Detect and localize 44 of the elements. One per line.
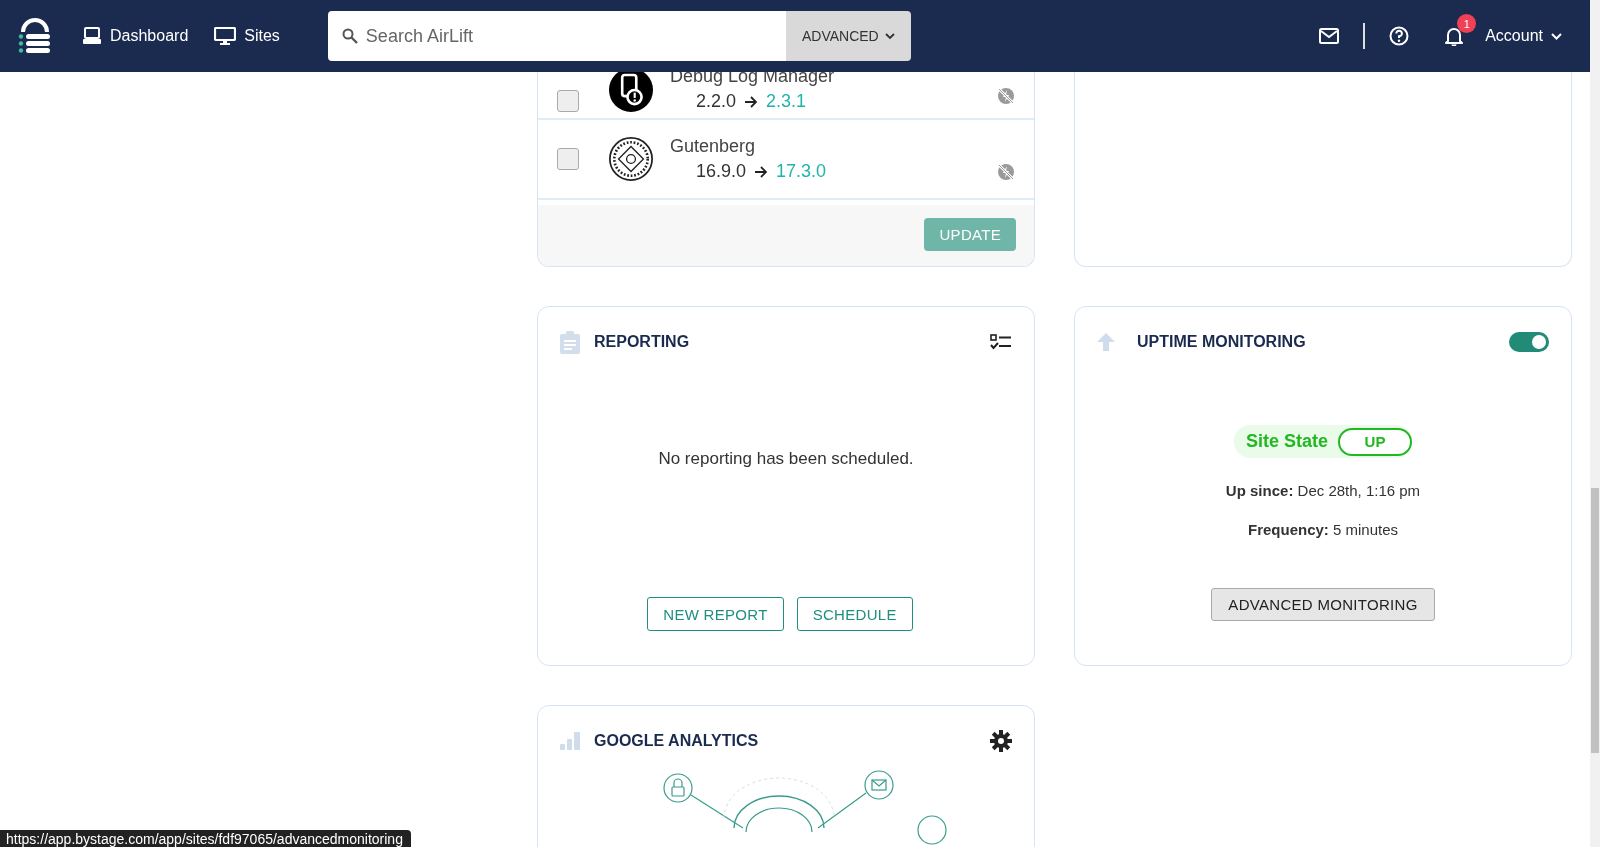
caret-icon	[884, 32, 895, 40]
laptop-icon	[82, 27, 102, 45]
account-menu[interactable]: Account	[1479, 26, 1568, 46]
plugin-logo	[609, 137, 653, 181]
bar-chart-icon	[560, 732, 580, 750]
mail-icon[interactable]	[1319, 28, 1340, 44]
clipboard-icon	[560, 330, 580, 354]
slashed-bolt-icon[interactable]	[996, 162, 1016, 182]
nav-link[interactable]: Sites	[214, 27, 280, 45]
site-state-label: Site State	[1245, 431, 1329, 452]
monitor-icon	[214, 27, 237, 45]
scrollbar[interactable]	[1590, 0, 1600, 847]
latest-version: 2.3.1	[766, 91, 807, 112]
link-status-bar: https://app.bystage.com/app/sites/fdf97065/advancedmonitoring	[0, 830, 411, 847]
settings-icon[interactable]	[990, 730, 1012, 752]
uptime-detail: Up since: Dec 28th, 1:16 pm	[1225, 482, 1421, 499]
right-arrow-icon	[744, 95, 759, 108]
uptime-detail: Frequency: 5 minutes	[1247, 521, 1399, 538]
report-button[interactable]: NEW REPORT	[647, 597, 784, 631]
current-version: 2.2.0	[696, 91, 737, 112]
site-state-value: UP	[1338, 427, 1412, 456]
slashed-bolt-icon[interactable]	[996, 86, 1016, 106]
checklist-icon[interactable]	[990, 334, 1012, 350]
checkbox[interactable]	[557, 148, 579, 170]
caret-icon	[1551, 32, 1562, 40]
checkbox[interactable]	[557, 90, 579, 112]
search-field[interactable]: Search AirLift	[327, 11, 786, 61]
toggle-switch[interactable]	[1509, 332, 1549, 352]
current-version: 16.9.0	[696, 161, 747, 182]
advanced-search-button[interactable]: ADVANCED	[785, 11, 911, 61]
report-button[interactable]: SCHEDULE	[796, 597, 913, 631]
right-arrow-icon	[754, 165, 769, 178]
notification-badge: 1	[1457, 14, 1477, 33]
latest-version: 17.3.0	[776, 161, 827, 182]
card-title: REPORTING	[594, 333, 690, 351]
empty-message: No reporting has been scheduled.	[657, 449, 915, 469]
card-title: UPTIME MONITORING	[1137, 333, 1306, 351]
plugin-name: Gutenberg	[670, 136, 757, 157]
card-title: GOOGLE ANALYTICS	[594, 732, 759, 750]
nav-link[interactable]: Dashboard	[82, 27, 189, 45]
advanced-monitoring-button[interactable]: ADVANCED MONITORING	[1211, 588, 1435, 621]
bell-icon[interactable]	[1445, 26, 1464, 46]
up-arrow-icon	[1097, 333, 1115, 351]
help-icon[interactable]	[1389, 26, 1410, 46]
